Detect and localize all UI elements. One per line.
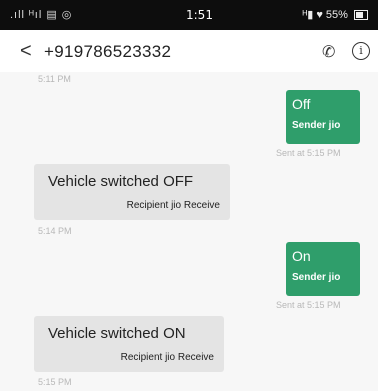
- sent-time: Sent at 5:15 PM: [276, 300, 341, 310]
- sim-label: Recipient jio Receive: [120, 352, 214, 363]
- received-message-bubble[interactable]: Vehicle switched OFF Recipient jio Recei…: [34, 164, 230, 220]
- sim-label: Sender jio: [292, 272, 341, 283]
- received-time: 5:14 PM: [38, 226, 72, 236]
- sim-label: Sender jio: [292, 120, 341, 131]
- message-thread[interactable]: 5:11 PM Off Sender jio Sent at 5:15 PM V…: [0, 72, 378, 391]
- conversation-header: < +919786523332 ✆ i: [0, 30, 378, 72]
- message-text: On: [292, 248, 311, 264]
- message-text: Off: [292, 96, 311, 112]
- contact-phone-number: +919786523332: [44, 42, 172, 61]
- sent-time: Sent at 5:15 PM: [276, 148, 341, 158]
- clock: 1:51: [186, 8, 213, 22]
- back-arrow-icon[interactable]: <: [20, 40, 32, 63]
- call-icon[interactable]: ✆: [322, 42, 335, 62]
- status-right: ᴴ▮ ♥ 55%: [302, 8, 368, 21]
- status-icons: ᴴ▮ ♥ 55%: [302, 9, 348, 21]
- received-time: 5:15 PM: [38, 377, 72, 387]
- status-bar: .ıll ᴴıl ▤ ◎ 1:51 ᴴ▮ ♥ 55%: [0, 0, 378, 30]
- signal-indicators: .ıll ᴴıl ▤ ◎: [10, 9, 73, 21]
- battery-icon: [354, 10, 368, 21]
- sim-label: Recipient jio Receive: [126, 200, 220, 211]
- sent-message-bubble[interactable]: On Sender jio: [286, 242, 360, 296]
- message-text: Vehicle switched ON: [48, 325, 186, 342]
- message-timestamp: 5:11 PM: [38, 74, 71, 84]
- sent-message-bubble[interactable]: Off Sender jio: [286, 90, 360, 144]
- info-icon[interactable]: i: [352, 42, 370, 60]
- message-text: Vehicle switched OFF: [48, 173, 194, 190]
- received-message-bubble[interactable]: Vehicle switched ON Recipient jio Receiv…: [34, 316, 224, 372]
